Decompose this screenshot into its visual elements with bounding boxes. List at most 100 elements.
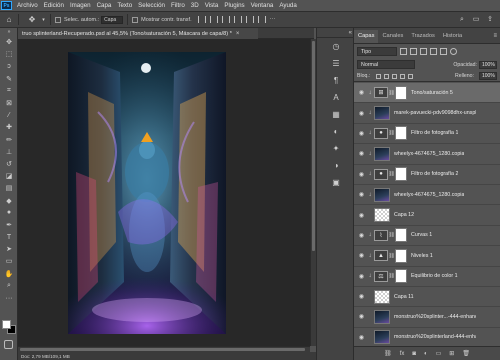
lasso-tool-icon[interactable]: ↄ: [0, 60, 18, 72]
menu-item[interactable]: Ventana: [248, 2, 277, 9]
swatches-panel-icon[interactable]: ▦: [317, 106, 355, 123]
layer-row[interactable]: ◉ ↓ marek-pavuecki-pdv9098dhx-unsplash: [354, 103, 500, 124]
pen-tool-icon[interactable]: ✒: [0, 219, 18, 231]
brush-panel-icon[interactable]: ✦: [317, 140, 355, 157]
filter-adjustment-icon[interactable]: [410, 47, 417, 55]
menu-item[interactable]: Filtro: [168, 2, 188, 9]
workspace-icon[interactable]: ▭: [472, 16, 480, 24]
mask-link-icon[interactable]: ⛓: [388, 273, 395, 279]
document-tab[interactable]: truo splinterland-Recuperado.psd al 45,5…: [18, 28, 258, 39]
more-tools-icon[interactable]: ···: [0, 292, 18, 304]
foreground-color-swatch[interactable]: [2, 320, 11, 329]
move-tool-icon[interactable]: ✥: [0, 36, 18, 48]
canvas-area[interactable]: [18, 39, 310, 346]
layer-name[interactable]: Equilibrio de color 1: [411, 273, 458, 279]
visibility-eye-icon[interactable]: ◉: [357, 293, 366, 300]
align-right-icon[interactable]: [221, 16, 230, 23]
visibility-eye-icon[interactable]: ◉: [357, 334, 366, 341]
autoselect-dropdown[interactable]: Capa: [101, 15, 124, 24]
fill-input[interactable]: 100%: [479, 72, 497, 80]
layer-name[interactable]: wheelyx-4674675_1280.copia: [394, 151, 464, 157]
move-tool-icon[interactable]: ✥: [27, 15, 37, 25]
panel-menu-icon[interactable]: ≡: [493, 33, 497, 43]
visibility-eye-icon[interactable]: ◉: [357, 191, 366, 198]
align-top-icon[interactable]: [233, 16, 242, 23]
layer-mask-thumbnail[interactable]: [395, 248, 407, 263]
menu-item[interactable]: Selección: [135, 2, 168, 9]
hand-tool-icon[interactable]: ✋: [0, 268, 18, 280]
layer-mask-thumbnail[interactable]: [395, 269, 407, 284]
more-options-icon[interactable]: ···: [270, 16, 278, 23]
tab-canales[interactable]: Canales: [378, 33, 407, 43]
adjustments-panel-icon[interactable]: ◑: [317, 157, 355, 174]
eraser-tool-icon[interactable]: ◪: [0, 170, 18, 182]
marquee-tool-icon[interactable]: ⬚: [0, 48, 18, 60]
layer-thumbnail[interactable]: [374, 289, 390, 304]
layer-thumbnail[interactable]: [374, 187, 390, 202]
filter-toggle-icon[interactable]: [450, 47, 457, 55]
home-icon[interactable]: ⌂: [4, 15, 14, 25]
folder-icon[interactable]: ▭: [436, 350, 442, 357]
tab-trazados[interactable]: Trazados: [407, 33, 439, 43]
scrollbar-thumb[interactable]: [20, 348, 305, 351]
mask-link-icon[interactable]: ⛓: [388, 171, 395, 177]
layer-name[interactable]: monstruo%20splinterland-444-enhanced: [394, 334, 476, 340]
menu-item[interactable]: Vista: [202, 2, 222, 9]
layer-name[interactable]: Niveles 1: [411, 253, 433, 259]
lock-artboard-icon[interactable]: [400, 73, 406, 79]
mask-link-icon[interactable]: ⛓: [388, 130, 395, 136]
history-panel-icon[interactable]: ◷: [317, 38, 355, 55]
scrollbar-thumb[interactable]: [312, 41, 315, 251]
adjustment-layer-icon[interactable]: ●: [374, 168, 388, 180]
align-left-icon[interactable]: [197, 16, 206, 23]
adjustment-layer-icon[interactable]: ▲: [374, 250, 388, 262]
filter-shape-icon[interactable]: [430, 47, 437, 55]
layer-filter-select[interactable]: Tipo: [357, 46, 397, 56]
align-center-icon[interactable]: [209, 16, 218, 23]
layer-mask-thumbnail[interactable]: [395, 167, 407, 182]
layer-row[interactable]: ◉ ↓ wheelyx-4674675_1280.copia: [354, 185, 500, 206]
layer-row[interactable]: ◉ ↓ wheelyx-4674675_1280.copia: [354, 144, 500, 165]
layer-name[interactable]: Capa 12: [394, 212, 414, 218]
dropdown-arrow-icon[interactable]: ▾: [41, 15, 46, 25]
visibility-eye-icon[interactable]: ◉: [357, 252, 366, 259]
blur-tool-icon[interactable]: ◆: [0, 194, 18, 206]
visibility-eye-icon[interactable]: ◉: [357, 150, 366, 157]
paragraph-panel-icon[interactable]: ¶: [317, 72, 355, 89]
menu-item[interactable]: Edición: [41, 2, 67, 9]
trash-icon[interactable]: 🗑: [462, 350, 470, 357]
zoom-tool-icon[interactable]: ⌕: [0, 280, 18, 292]
properties-panel-icon[interactable]: ☰: [317, 55, 355, 72]
layer-mask-thumbnail[interactable]: [395, 228, 407, 243]
tab-historia[interactable]: Historia: [439, 33, 466, 43]
path-selection-tool-icon[interactable]: ➤: [0, 243, 18, 255]
dodge-tool-icon[interactable]: ●: [0, 207, 18, 219]
layer-thumbnail[interactable]: [374, 330, 390, 345]
menu-item[interactable]: Texto: [114, 2, 135, 9]
layer-mask-thumbnail[interactable]: [395, 126, 407, 141]
layer-row[interactable]: ◉ ↓ ● ⛓ Filtro de fotografía 1: [354, 124, 500, 145]
mask-icon[interactable]: ◙: [412, 351, 416, 357]
layer-name[interactable]: wheelyx-4674675_1280.copia: [394, 192, 464, 198]
type-tool-icon[interactable]: T: [0, 231, 18, 243]
visibility-eye-icon[interactable]: ◉: [357, 110, 366, 117]
adjustment-icon[interactable]: ◐: [424, 351, 428, 357]
history-brush-tool-icon[interactable]: ↺: [0, 158, 18, 170]
menu-item[interactable]: Capa: [94, 2, 115, 9]
collapse-arrows-icon[interactable]: «: [317, 28, 355, 38]
quick-mask-icon[interactable]: [4, 340, 13, 349]
layer-name[interactable]: monstruo%20splinter...-444-enhanced.copi…: [394, 314, 476, 320]
visibility-eye-icon[interactable]: ◉: [357, 171, 366, 178]
filter-type-icon[interactable]: [420, 47, 427, 55]
collapse-arrows-icon[interactable]: »: [0, 28, 18, 36]
visibility-eye-icon[interactable]: ◉: [357, 232, 366, 239]
link-icon[interactable]: ⛓: [384, 350, 392, 357]
menu-item[interactable]: Imagen: [67, 2, 94, 9]
frame-tool-icon[interactable]: ⊠: [0, 97, 18, 109]
crop-tool-icon[interactable]: ⌗: [0, 85, 18, 97]
layer-row[interactable]: ◉ ↓ ⊞ ⛓ Tono/saturación 5: [354, 83, 500, 104]
filter-smart-object-icon[interactable]: [440, 47, 447, 55]
tab-capas[interactable]: Capas: [354, 30, 379, 43]
menu-item[interactable]: 3D: [188, 2, 202, 9]
character-panel-icon[interactable]: A: [317, 89, 355, 106]
